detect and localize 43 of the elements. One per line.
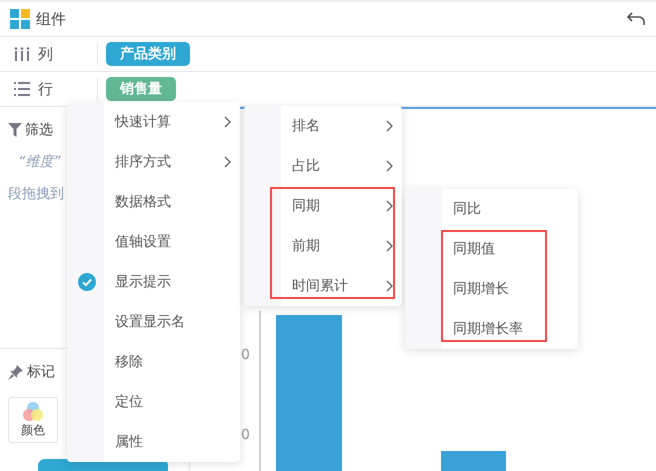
shelf-label: 行 — [38, 80, 53, 98]
menu-item[interactable]: 占比 — [244, 146, 402, 186]
menu-item[interactable]: 设置显示名 — [67, 302, 240, 342]
shelf-label: 列 — [38, 44, 53, 64]
menu-item[interactable]: 定位 — [67, 382, 240, 422]
menu-item[interactable]: 排序方式 — [67, 142, 240, 182]
menu-item[interactable]: 同比 — [405, 189, 578, 229]
color-button[interactable]: 颜色 — [8, 397, 58, 443]
filter-icon — [8, 123, 22, 137]
list-icon — [14, 82, 30, 96]
chevron-right-icon — [386, 240, 393, 252]
axis-label: 0 — [241, 347, 250, 363]
menu-item[interactable]: 同期 — [244, 186, 402, 226]
hint-text: 段拖拽到 — [8, 185, 64, 203]
axis-label: 0 — [241, 427, 250, 443]
chart-bar — [441, 451, 506, 471]
panel-title: 组件 — [36, 10, 66, 28]
section-title: 标记 — [27, 363, 55, 381]
menu-item[interactable]: 前期 — [244, 226, 402, 266]
grid-icon — [10, 9, 30, 29]
chevron-right-icon — [224, 156, 231, 168]
menu-item[interactable]: 排名 — [244, 106, 402, 146]
menu-item[interactable]: 显示提示 — [67, 262, 240, 302]
chevron-right-icon — [386, 280, 393, 292]
menu-item[interactable]: 同期增长 — [405, 269, 578, 309]
menu-item[interactable]: 属性 — [67, 422, 240, 462]
menu-item[interactable]: 快速计算 — [67, 102, 240, 142]
chevron-right-icon — [386, 160, 393, 172]
chevron-right-icon — [224, 116, 231, 128]
pin-icon — [8, 364, 24, 380]
palette-icon — [22, 402, 44, 422]
menu-item[interactable]: 值轴设置 — [67, 222, 240, 262]
columns-icon — [14, 47, 30, 61]
menu-item[interactable]: 数据格式 — [67, 182, 240, 222]
menu-item[interactable]: 同期值 — [405, 229, 578, 269]
menu-item[interactable]: 时间累计 — [244, 266, 402, 306]
menu-item[interactable]: 移除 — [67, 342, 240, 382]
section-title: 筛选 — [25, 121, 53, 139]
chevron-right-icon — [386, 120, 393, 132]
chevron-right-icon — [386, 200, 393, 212]
hint-text: “维度” — [18, 153, 61, 171]
undo-icon[interactable] — [626, 11, 646, 27]
menu-item[interactable]: 同期增长率 — [405, 309, 578, 349]
